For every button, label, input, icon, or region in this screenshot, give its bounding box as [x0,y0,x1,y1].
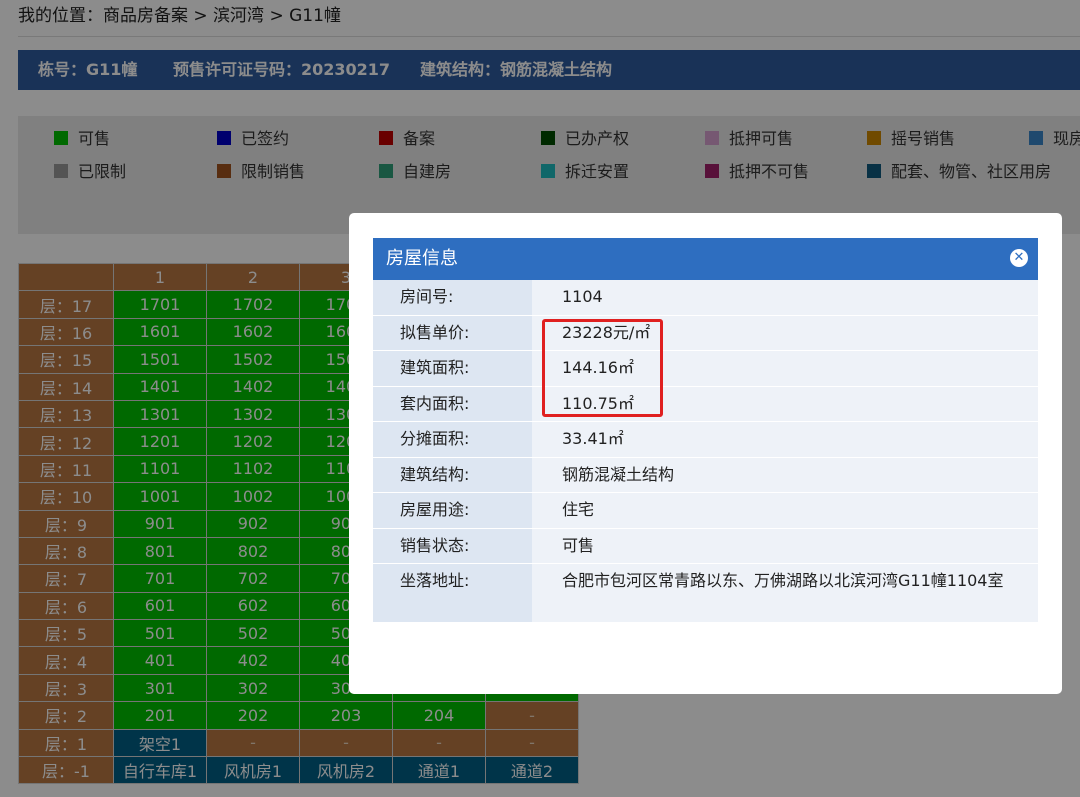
price-area-highlight [542,319,663,417]
info-key: 套内面积: [373,386,532,421]
info-row: 房间号: 1104 [373,280,1038,316]
info-key: 建筑结构: [373,457,532,492]
info-key: 房屋用途: [373,493,532,528]
info-key: 分摊面积: [373,422,532,457]
info-row: 拟售单价: 23228元/㎡ [373,315,1038,351]
info-value: 1104 [532,280,1038,315]
info-key: 坐落地址: [373,564,532,622]
info-value: 合肥市包河区常青路以东、万佛湖路以北滨河湾G11幢1104室 [532,564,1038,622]
info-row: 建筑结构: 钢筋混凝土结构 [373,457,1038,493]
house-info-dialog: 房屋信息 ✕ 房间号: 1104 拟售单价: 23228元/㎡ 建筑面积: 144.16㎡… [349,213,1062,694]
info-value: 33.41㎡ [532,422,1038,457]
info-key: 房间号: [373,280,532,315]
info-row: 房屋用途: 住宅 [373,493,1038,529]
info-row: 销售状态: 可售 [373,528,1038,564]
info-value: 住宅 [532,493,1038,528]
info-key: 拟售单价: [373,315,532,350]
close-icon[interactable]: ✕ [1010,249,1028,267]
dialog-header: 房屋信息 ✕ [373,238,1038,280]
info-row: 坐落地址: 合肥市包河区常青路以东、万佛湖路以北滨河湾G11幢1104室 [373,564,1038,623]
info-row: 套内面积: 110.75㎡ [373,386,1038,422]
house-info-table: 房间号: 1104 拟售单价: 23228元/㎡ 建筑面积: 144.16㎡ 套内面积: 11… [373,280,1038,623]
info-key: 销售状态: [373,528,532,563]
info-row: 建筑面积: 144.16㎡ [373,351,1038,387]
dialog-title: 房屋信息 [386,248,458,269]
info-row: 分摊面积: 33.41㎡ [373,422,1038,458]
info-key: 建筑面积: [373,351,532,386]
info-value: 可售 [532,528,1038,563]
info-value: 钢筋混凝土结构 [532,457,1038,492]
